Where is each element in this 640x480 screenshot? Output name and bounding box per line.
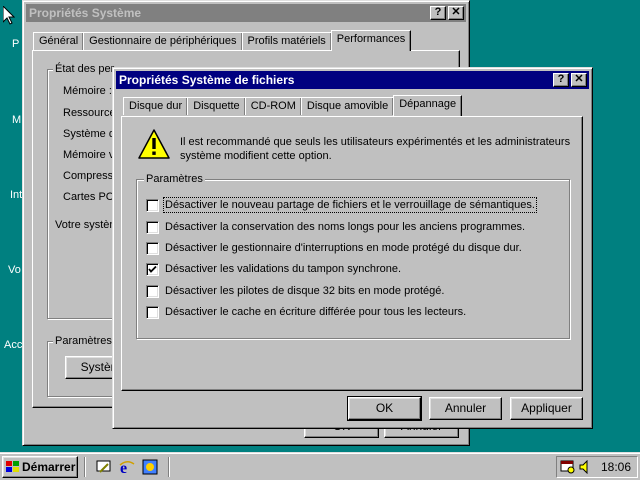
status-group-title: État des per [53,63,117,75]
tab-hard-disk[interactable]: Disque dur [123,97,189,115]
taskbar: Démarrer e 18:06 [0,452,640,480]
option-checkbox[interactable] [146,241,159,255]
scheduler-icon[interactable] [560,460,576,474]
help-button[interactable]: ? [430,6,446,20]
tab-hardware-profiles[interactable]: Profils matériels [241,32,332,50]
dialog-tabs: Disque dur Disquette CD-ROM Disque amovi… [123,95,463,116]
status-row: Mémoire : [63,85,112,97]
system-tabs: Général Gestionnaire de périphériques Pr… [33,30,412,51]
tab-floppy[interactable]: Disquette [187,97,246,115]
window-title: Propriétés Système [29,6,142,20]
mouse-cursor-icon [3,6,15,25]
status-row: Système d [63,128,115,140]
windows-logo-icon [6,461,19,472]
desktop-icon-label[interactable]: P [12,38,19,50]
tab-device-manager[interactable]: Gestionnaire de périphériques [83,32,243,50]
desktop-icon-label[interactable]: Acc [4,339,22,351]
close-button[interactable]: ✕ [571,73,587,87]
channels-icon[interactable] [142,459,158,475]
status-row: Votre systèn [55,219,116,231]
taskbar-separator [84,457,86,477]
desktop-icon-label[interactable]: Vo [8,264,21,276]
tab-general[interactable]: Général [33,32,85,50]
tab-removable-disk[interactable]: Disque amovible [300,97,395,115]
checkmark-icon [148,265,157,273]
option-checkbox[interactable] [146,284,159,298]
params-group-title: Paramètres [144,173,205,185]
option-checkbox[interactable] [146,198,159,212]
start-label: Démarrer [22,460,76,474]
option-checkbox[interactable] [146,220,159,234]
option-row[interactable]: Désactiver le gestionnaire d'interruptio… [146,240,522,256]
close-button[interactable]: ✕ [448,6,464,20]
option-row[interactable]: Désactiver la conservation des noms long… [146,219,525,235]
option-checkbox[interactable] [146,262,159,276]
option-label[interactable]: Désactiver les validations du tampon syn… [165,263,401,275]
dialog-title: Propriétés Système de fichiers [119,73,295,87]
cancel-button[interactable]: Annuler [429,397,502,420]
troubleshooting-panel: Il est recommandé que seuls les utilisat… [121,116,583,391]
option-row[interactable]: Désactiver le cache en écriture différée… [146,304,466,320]
params-group-title: Paramètres [53,335,114,347]
status-row: Mémoire v [63,149,115,161]
ok-button[interactable]: OK [347,396,422,421]
option-label[interactable]: Désactiver le cache en écriture différée… [165,306,466,318]
desktop-icon-label[interactable]: M [12,114,21,126]
volume-icon[interactable] [578,460,592,474]
show-desktop-icon[interactable] [96,459,112,475]
option-label[interactable]: Désactiver le nouveau partage de fichier… [163,197,537,213]
system-tray: 18:06 [556,456,638,478]
option-label[interactable]: Désactiver les pilotes de disque 32 bits… [165,285,444,297]
tab-cdrom[interactable]: CD-ROM [244,97,302,115]
dialog-titlebar[interactable]: Propriétés Système de fichiers ? ✕ [116,71,589,89]
file-system-properties-dialog: Propriétés Système de fichiers ? ✕ Disqu… [112,67,593,429]
desktop-icon-label[interactable]: Int [10,189,22,201]
tab-performance[interactable]: Performances [330,30,412,51]
clock[interactable]: 18:06 [601,460,631,474]
warning-text: Il est recommandé que seuls les utilisat… [180,136,571,162]
option-checkbox[interactable] [146,305,159,319]
help-button[interactable]: ? [553,73,569,87]
system-properties-titlebar[interactable]: Propriétés Système ? ✕ [26,4,466,22]
option-label[interactable]: Désactiver le gestionnaire d'interruptio… [165,242,522,254]
status-row: Ressource [63,107,116,119]
internet-explorer-icon[interactable]: e [119,459,135,475]
status-row: Compressi [63,170,116,182]
apply-button[interactable]: Appliquer [510,397,583,420]
warning-icon [138,129,170,159]
taskbar-separator [168,457,170,477]
option-row[interactable]: Désactiver les validations du tampon syn… [146,261,401,277]
option-row[interactable]: Désactiver le nouveau partage de fichier… [146,197,537,213]
status-row: Cartes PC [63,191,114,203]
tab-troubleshooting[interactable]: Dépannage [393,95,463,116]
option-row[interactable]: Désactiver les pilotes de disque 32 bits… [146,283,444,299]
option-label[interactable]: Désactiver la conservation des noms long… [165,221,525,233]
start-button[interactable]: Démarrer [2,456,78,478]
